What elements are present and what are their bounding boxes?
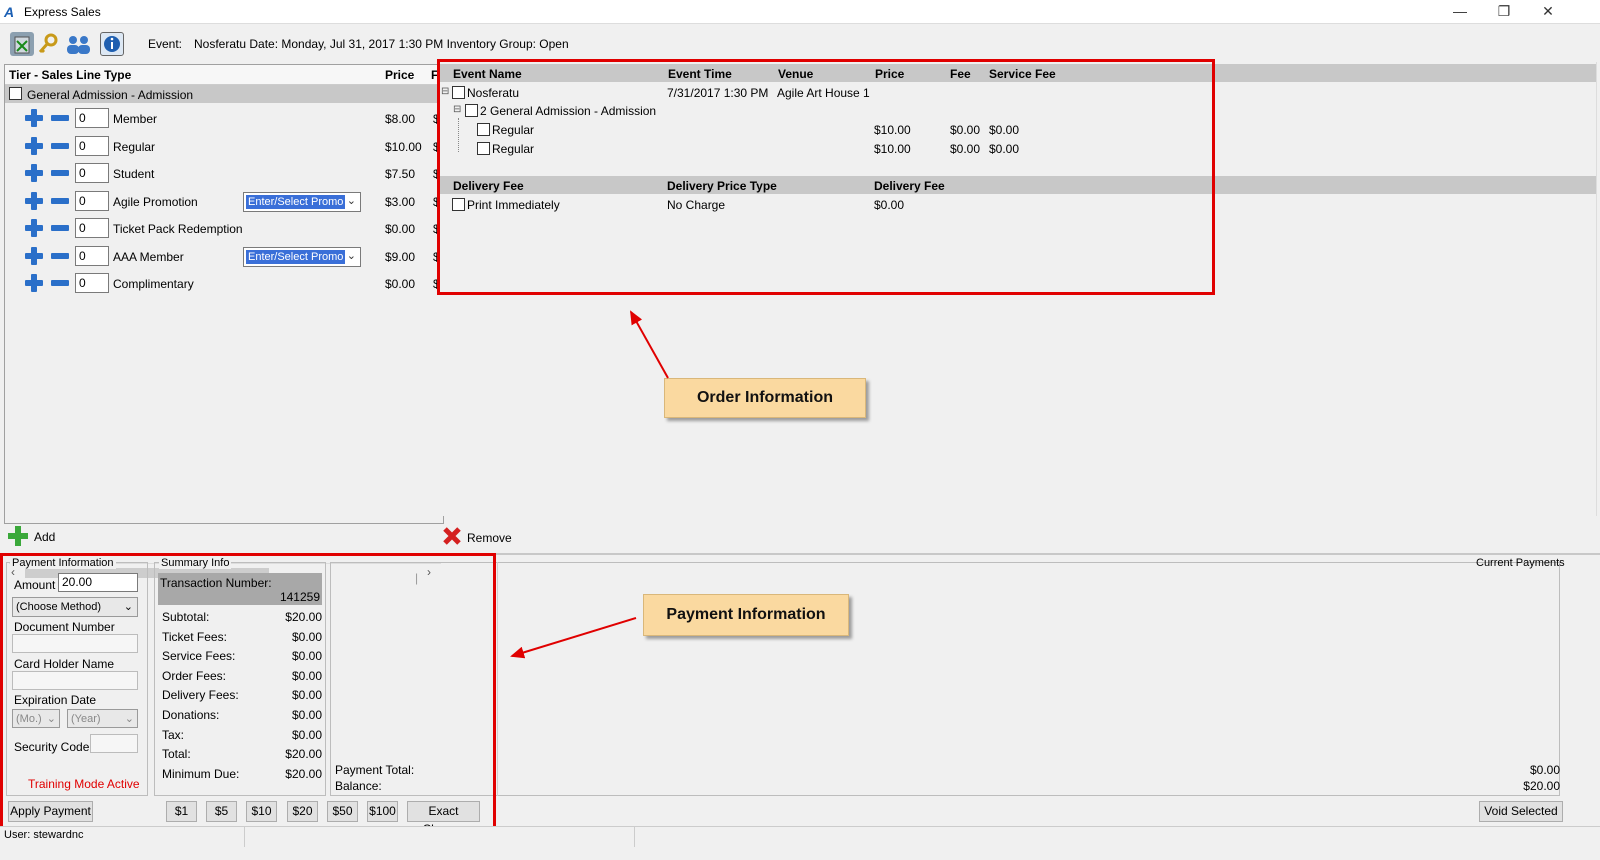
tier-price: $7.50 [385,167,416,181]
group-label: General Admission - Admission [27,88,194,102]
minus-icon[interactable] [51,280,69,286]
quantity-input[interactable]: 0 [75,218,109,238]
restore-button[interactable]: ❐ [1484,2,1524,22]
status-user: User: stewardnc [4,829,84,841]
status-bar: User: stewardnc [0,826,1600,860]
key-icon[interactable] [36,32,60,56]
promo-value: Enter/Select Promo [246,249,346,264]
current-payments-label: Current Payments [1476,557,1565,569]
tier-row: 0 AAA Member $9.00 $ Enter/Select Promo … [5,243,445,269]
users-icon[interactable] [64,32,94,56]
tier-row: 0 Agile Promotion $3.00 $ Enter/Select P… [5,188,445,214]
col-tier: Tier - Sales Line Type [9,68,132,82]
minus-icon[interactable] [51,170,69,176]
void-selected-button[interactable]: Void Selected [1479,801,1563,822]
plus-icon[interactable] [25,109,43,127]
order-highlight-box [437,59,1215,295]
tier-row: 0 Ticket Pack Redemption $0.00 $ [5,215,445,241]
plus-icon[interactable] [25,191,43,210]
tier-price: $0.00 [385,222,416,236]
promo-select[interactable]: Enter/Select Promo ⌄ [243,191,361,212]
plus-icon[interactable] [25,136,43,155]
col-price: Price [385,68,415,82]
quantity-input[interactable]: 0 [75,108,109,128]
tier-row: 0 Regular $10.00 $ [5,133,445,159]
window-title: Express Sales [24,5,101,19]
chevron-down-icon: ⌄ [346,194,356,207]
tier-panel: Tier - Sales Line Type Price F General A… [4,64,445,581]
tier-row: 0 Student $7.50 $ [5,160,445,186]
plus-icon[interactable] [25,219,43,237]
remove-label: Remove [467,531,512,545]
status-divider [244,827,245,847]
add-button[interactable]: Add [8,524,78,548]
app-logo-icon: A [4,4,15,20]
minus-icon[interactable] [51,115,69,121]
payment-highlight-box [0,553,496,833]
plus-icon[interactable] [25,274,43,292]
tier-label: Agile Promotion [113,194,198,209]
payment-total-value: $0.00 [1529,763,1560,777]
quantity-input[interactable]: 0 [75,135,109,156]
tier-group: General Admission - Admission [5,85,445,103]
delete-cart-icon[interactable] [10,32,34,56]
quantity-input[interactable]: 0 [75,245,109,266]
remove-button[interactable]: Remove [442,524,522,548]
remove-icon [443,527,461,545]
info-icon[interactable] [100,32,124,56]
event-label: Event: [148,37,183,51]
group-checkbox[interactable] [9,87,22,100]
tier-label: Student [113,167,155,181]
promo-value: Enter/Select Promo [246,194,346,209]
minus-icon[interactable] [51,252,69,259]
plus-icon[interactable] [25,246,43,265]
status-divider [634,827,635,847]
tier-label: Ticket Pack Redemption [113,222,243,236]
close-button[interactable]: ✕ [1528,2,1568,22]
order-callout: Order Information [664,378,866,418]
tier-header: Tier - Sales Line Type Price F [5,65,445,85]
tier-label: Complimentary [113,277,194,291]
tier-price: $0.00 [385,277,416,291]
tier-row: 0 Complimentary $0.00 $ [5,270,445,296]
tier-row: 0 Member $8.00 $ [5,105,445,131]
title-bar: A Express Sales — ❐ ✕ [0,0,1600,24]
chevron-down-icon: ⌄ [346,249,356,262]
minus-icon[interactable] [51,142,69,149]
quantity-input[interactable]: 0 [75,273,109,293]
promo-select[interactable]: Enter/Select Promo ⌄ [243,246,361,267]
tier-price: $9.00 [385,249,416,264]
quantity-input[interactable]: 0 [75,163,109,183]
toolbar: Event: Nosferatu Date: Monday, Jul 31, 2… [0,26,1600,62]
tier-price: $8.00 [385,112,416,126]
current-payments-group [330,562,1560,796]
action-bar: Add Remove [0,520,1600,552]
plus-icon[interactable] [25,164,43,182]
add-label: Add [34,530,56,544]
quantity-input[interactable]: 0 [75,190,109,211]
minus-icon[interactable] [51,225,69,231]
tier-label: Regular [113,139,156,154]
balance-value: $20.00 [1523,779,1560,793]
right-scroll-edge [1596,62,1600,516]
payment-callout: Payment Information [643,594,849,636]
tier-label: AAA Member [113,249,184,264]
tier-price: $3.00 [385,194,416,209]
tier-price: $10.00 [385,139,422,154]
minus-icon[interactable] [51,197,69,204]
event-info: Nosferatu Date: Monday, Jul 31, 2017 1:3… [194,37,569,51]
minimize-button[interactable]: — [1440,2,1480,22]
tier-label: Member [113,112,158,126]
add-icon [8,526,28,546]
